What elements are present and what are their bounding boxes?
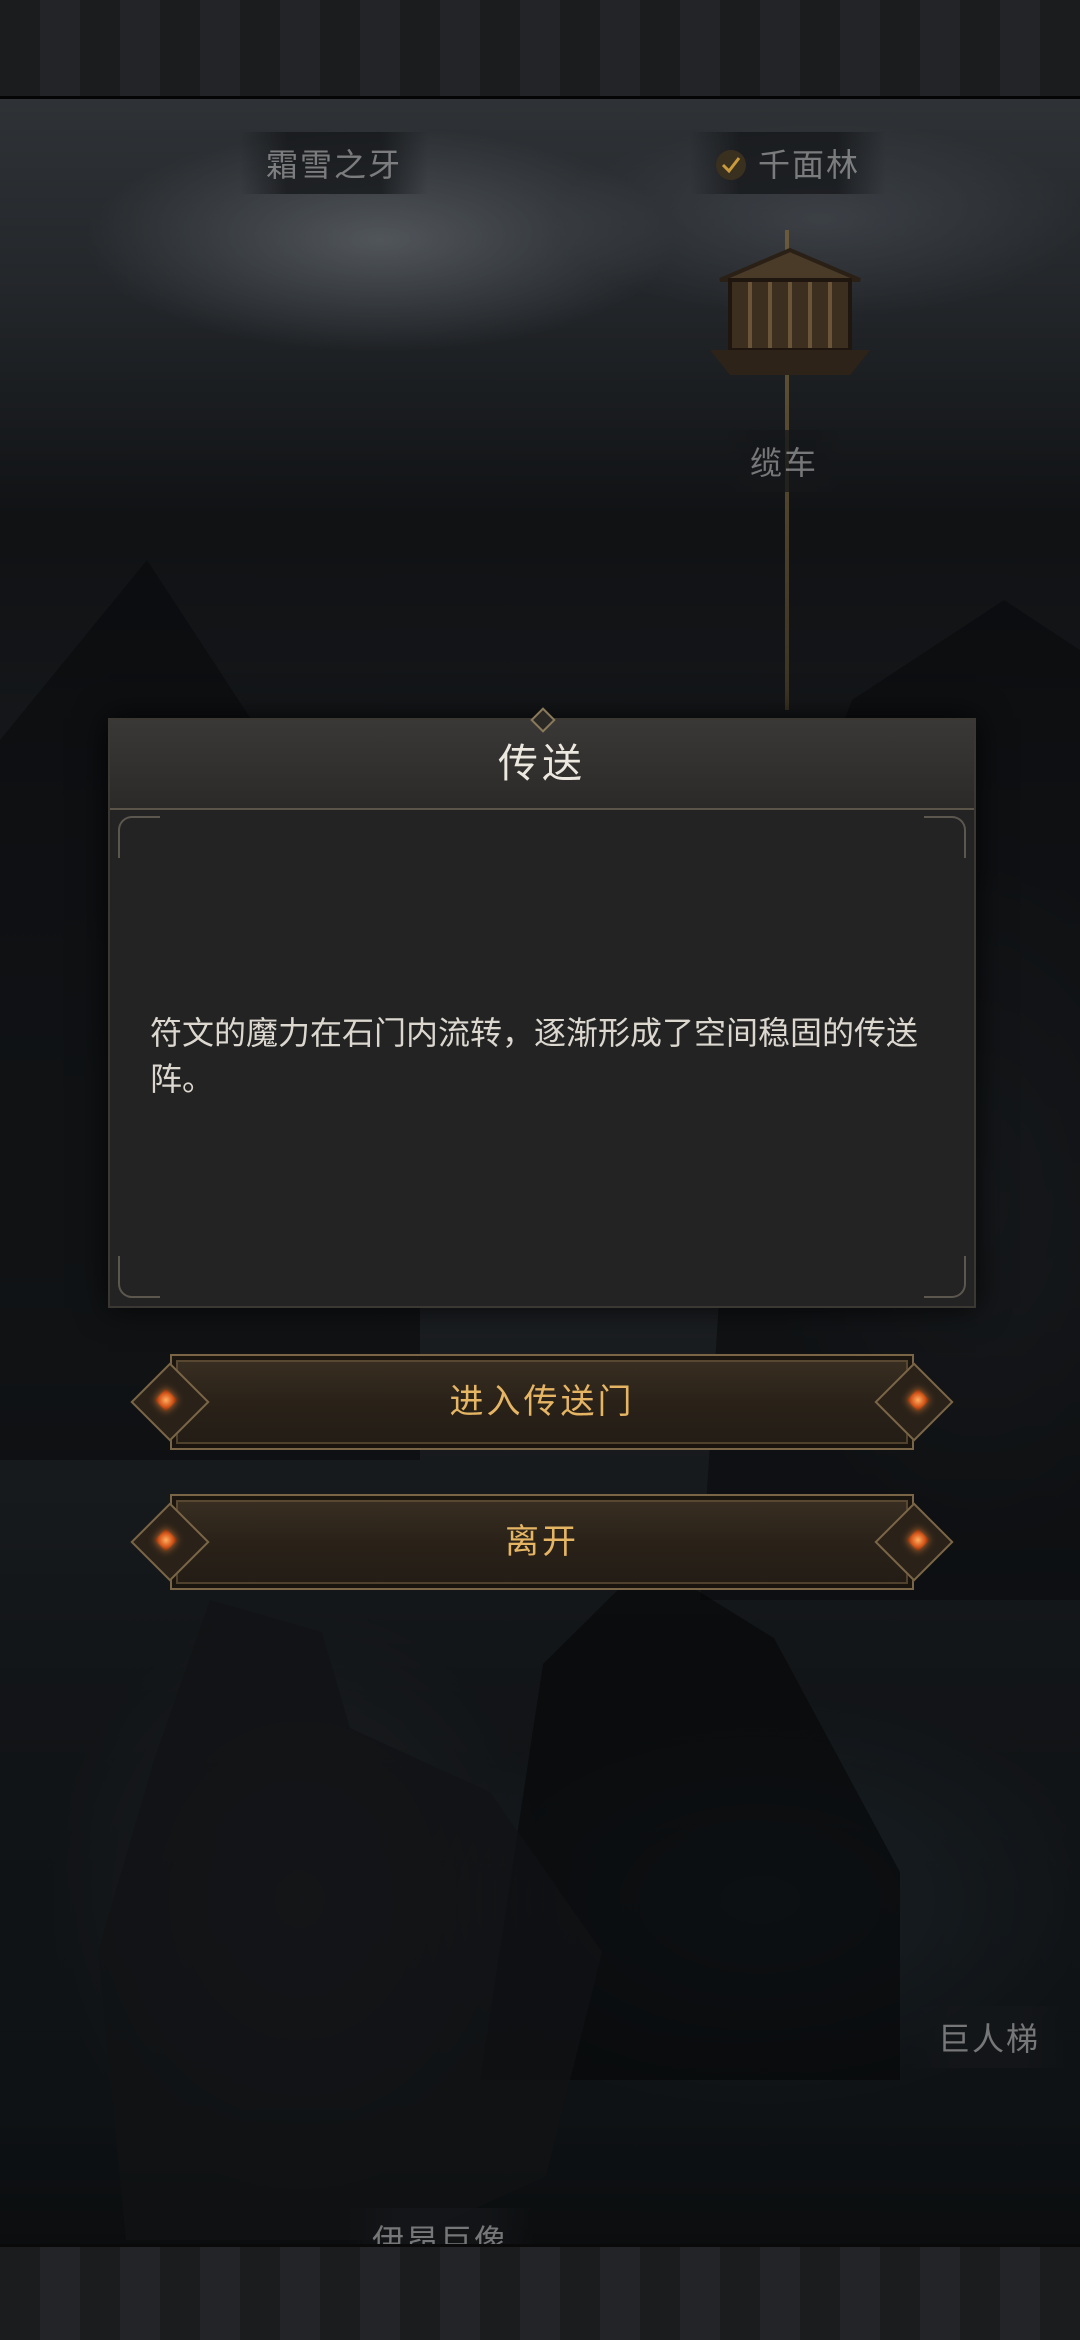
leave-button[interactable]: 离开 [130,1494,954,1590]
corner-ornament [118,1256,160,1298]
location-label: 霜雪之牙 [266,146,403,184]
top-frame-border [0,0,1080,99]
button-label: 离开 [505,1522,579,1562]
dialog-body-text: 符文的魔力在石门内流转，逐渐形成了空间稳固的传送阵。 [150,1014,919,1098]
location-label: 巨人梯 [938,2020,1041,2058]
location-frost-fang[interactable]: 霜雪之牙 [240,132,429,194]
location-cable-car[interactable]: 缆车 [724,430,845,492]
corner-ornament [924,816,966,858]
corner-ornament [924,1256,966,1298]
cable-car-icon[interactable] [700,240,880,390]
location-label: 千面林 [758,146,861,184]
location-thousand-faces-forest[interactable]: 千面林 [690,132,887,194]
check-icon [716,150,746,180]
location-giant-ladder[interactable]: 巨人梯 [912,2006,1067,2068]
corner-ornament [118,816,160,858]
dialog-header: 传送 [110,720,974,810]
teleport-dialog: 传送 符文的魔力在石门内流转，逐渐形成了空间稳固的传送阵。 [108,707,976,1308]
game-screen: 霜雪之牙 千面林 缆车 巨人梯 伊昂巨像 传送 符文的魔力在石门内流转，逐渐形成… [0,0,1080,2340]
button-label: 进入传送门 [449,1382,635,1422]
bottom-frame-border [0,2244,1080,2340]
location-label: 缆车 [750,444,819,482]
dialog-title: 传送 [498,741,586,787]
enter-portal-button[interactable]: 进入传送门 [130,1354,954,1450]
